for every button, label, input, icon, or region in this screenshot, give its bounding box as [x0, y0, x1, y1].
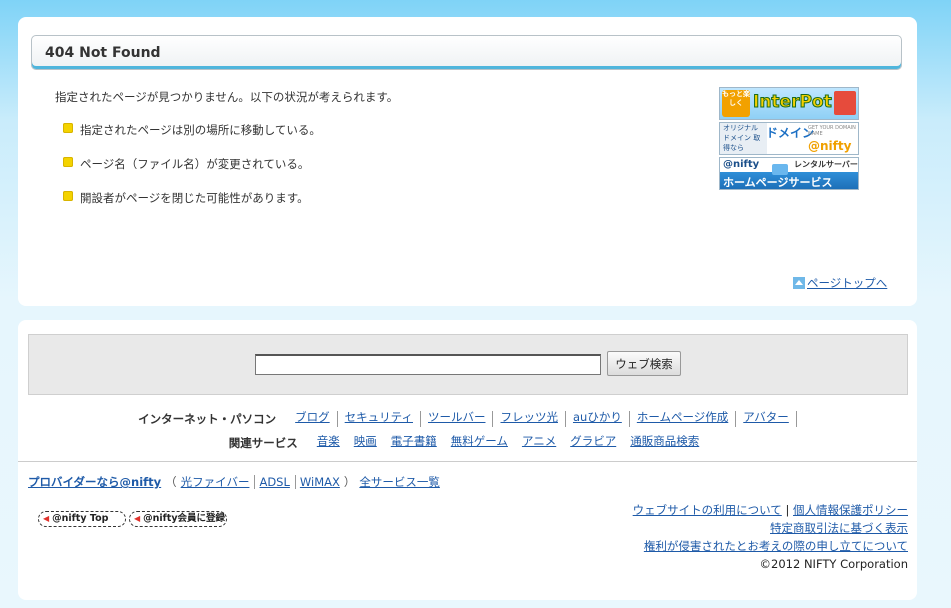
- provider-links: プロバイダーなら@nifty （光ファイバー ADSL WiMAX）全サービス一覧: [28, 474, 440, 490]
- fiber-link[interactable]: 光ファイバー: [180, 475, 256, 489]
- nav-related: 関連サービス 音楽 映画 電子書籍 無料ゲーム アニメ グラビア 通販商品検索: [18, 435, 917, 451]
- nav-link-homepage[interactable]: ホームページ作成: [630, 411, 737, 427]
- nav-link-avatar[interactable]: アバター: [736, 411, 797, 427]
- triangle-left-icon: ◀: [134, 514, 141, 523]
- nifty-signup-button[interactable]: ◀ @nifty会員に登録: [129, 511, 227, 527]
- copyright: ©2012 NIFTY Corporation: [759, 557, 908, 571]
- nav-internet: インターネット・パソコン ブログ セキュリティ ツールバー フレッツ光 auひか…: [18, 411, 917, 427]
- nav-link-au-hikari[interactable]: auひかり: [566, 411, 630, 427]
- search-input[interactable]: [255, 354, 601, 375]
- list-item: 指定されたページは別の場所に移動している。: [63, 122, 321, 156]
- nav-link-flets[interactable]: フレッツ光: [493, 411, 566, 427]
- wimax-link[interactable]: WiMAX: [300, 475, 340, 489]
- nav-link-toolbar[interactable]: ツールバー: [421, 411, 494, 427]
- homepage-banner-brand: @nifty: [723, 159, 760, 170]
- domain-banner-title: ドメイン: [766, 126, 815, 140]
- interpot-banner[interactable]: もっと楽しく InterPot: [719, 87, 859, 120]
- nav-link-blog[interactable]: ブログ: [288, 411, 338, 427]
- nifty-top-label: @nifty Top: [52, 513, 109, 524]
- divider: [18, 461, 917, 462]
- page-top-link[interactable]: ページトップへ: [807, 275, 887, 291]
- reason-text: ページ名（ファイル名）が変更されている。: [80, 157, 310, 171]
- nav-link-shopping[interactable]: 通販商品検索: [623, 435, 706, 451]
- search-box: ウェブ検索: [28, 334, 908, 395]
- nifty-top-button[interactable]: ◀ @nifty Top: [38, 511, 126, 527]
- bullet-icon: [63, 191, 73, 201]
- nav-heading: 関連サービス: [228, 436, 298, 450]
- paren-close: ）: [343, 475, 356, 489]
- homepage-banner-sub: レンタルサーバー: [794, 160, 858, 169]
- commerce-law-link[interactable]: 特定商取引法に基づく表示: [770, 521, 908, 535]
- error-intro: 指定されたページが見つかりません。以下の状況が考えられます。: [55, 90, 399, 104]
- domain-banner-brand: @nifty: [808, 139, 852, 153]
- domain-banner-small: GET YOUR DOMAIN NAME: [808, 125, 856, 137]
- adsl-link[interactable]: ADSL: [259, 475, 296, 489]
- homepage-banner-title: ホームページサービス: [723, 176, 833, 189]
- nav-link-gravure[interactable]: グラビア: [563, 435, 623, 451]
- reason-text: 指定されたページは別の場所に移動している。: [80, 123, 321, 137]
- nav-link-movie[interactable]: 映画: [347, 435, 384, 451]
- nav-link-games[interactable]: 無料ゲーム: [444, 435, 515, 451]
- footer-panel: ウェブ検索 インターネット・パソコン ブログ セキュリティ ツールバー フレッツ…: [18, 320, 917, 600]
- all-services-link[interactable]: 全サービス一覧: [359, 475, 440, 489]
- bullet-icon: [63, 123, 73, 133]
- domain-banner-caption: オリジナル ドメイン 取得なら: [720, 123, 767, 154]
- footer-row: 権利が侵害されたとお考えの際の申し立てについて: [633, 537, 908, 555]
- footer-row: ウェブサイトの利用について | 個人情報保護ポリシー: [633, 501, 908, 519]
- privacy-link[interactable]: 個人情報保護ポリシー: [793, 503, 908, 517]
- bullet-icon: [63, 157, 73, 167]
- page-title: 404 Not Found: [45, 45, 161, 61]
- nifty-signup-label: @nifty会員に登録: [143, 513, 226, 524]
- nav-link-ebook[interactable]: 電子書籍: [384, 435, 444, 451]
- triangle-left-icon: ◀: [43, 514, 50, 523]
- error-title-bar: 404 Not Found: [31, 35, 902, 70]
- nav-link-anime[interactable]: アニメ: [515, 435, 563, 451]
- interpot-badge: もっと楽しく: [722, 90, 750, 117]
- footer-separator: |: [785, 503, 790, 517]
- paren-open: （: [165, 475, 177, 489]
- house-icon: [834, 91, 856, 115]
- interpot-logo: InterPot: [753, 92, 833, 113]
- footer-row: 特定商取引法に基づく表示: [633, 519, 908, 537]
- provider-link[interactable]: プロバイダーなら@nifty: [28, 475, 161, 489]
- nav-heading: インターネット・パソコン: [138, 412, 277, 426]
- arrow-up-icon: [793, 277, 805, 289]
- homepage-banner[interactable]: @nifty レンタルサーバー ホームページサービス: [719, 157, 859, 190]
- domain-banner[interactable]: オリジナル ドメイン 取得なら ドメイン GET YOUR DOMAIN NAM…: [719, 122, 859, 155]
- page-top-link-wrap: ページトップへ: [793, 275, 887, 291]
- list-item: ページ名（ファイル名）が変更されている。: [63, 156, 321, 190]
- footer-links: ウェブサイトの利用について | 個人情報保護ポリシー 特定商取引法に基づく表示 …: [633, 501, 908, 573]
- list-item: 開設者がページを閉じた可能性があります。: [63, 190, 321, 224]
- nav-link-security[interactable]: セキュリティ: [338, 411, 421, 427]
- banner-column: もっと楽しく InterPot オリジナル ドメイン 取得なら ドメイン GET…: [719, 87, 859, 192]
- error-panel: 404 Not Found 指定されたページが見つかりません。以下の状況が考えら…: [18, 17, 917, 306]
- terms-link[interactable]: ウェブサイトの利用について: [633, 503, 782, 517]
- nav-link-music[interactable]: 音楽: [310, 435, 347, 451]
- reason-list: 指定されたページは別の場所に移動している。 ページ名（ファイル名）が変更されてい…: [63, 122, 321, 224]
- reason-text: 開設者がページを閉じた可能性があります。: [80, 191, 309, 205]
- web-search-button[interactable]: ウェブ検索: [607, 351, 681, 376]
- rights-claim-link[interactable]: 権利が侵害されたとお考えの際の申し立てについて: [644, 539, 908, 553]
